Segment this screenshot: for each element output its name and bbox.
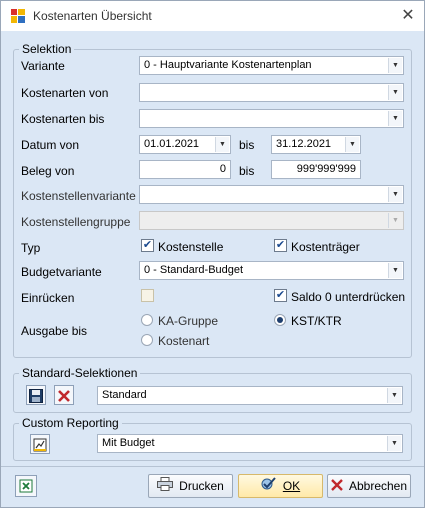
ok-icon	[261, 476, 277, 498]
variante-select[interactable]: 0 - Hauptvariante Kostenartenplan ▼	[139, 56, 404, 75]
einruecken-checkbox[interactable]	[141, 289, 154, 302]
kostenstellenvariante-label: Kostenstellenvariante	[21, 189, 136, 203]
beleg-von-input[interactable]: 0	[139, 160, 231, 179]
window-title: Kostenarten Übersicht	[33, 9, 152, 23]
variante-label: Variante	[21, 59, 65, 73]
printer-icon	[157, 476, 174, 498]
custom-reporting-legend: Custom Reporting	[22, 416, 119, 430]
footer-separator	[1, 466, 424, 467]
kostenstelle-checkbox[interactable]: ✔	[141, 239, 154, 252]
close-icon[interactable]: ✕	[392, 1, 424, 31]
drucken-label: Drucken	[179, 479, 224, 493]
kostenstellenvariante-select[interactable]: ▼	[139, 185, 404, 204]
beleg-bis-label: bis	[239, 164, 255, 178]
kostentraeger-checkbox[interactable]: ✔	[274, 239, 287, 252]
datum-von-picker[interactable]: 01.01.2021 ▼	[139, 135, 231, 154]
budgetvariante-label: Budgetvariante	[21, 265, 102, 279]
delete-icon[interactable]	[54, 385, 74, 405]
drucken-button[interactable]: Drucken	[148, 474, 233, 498]
kst-ktr-radio[interactable]	[274, 314, 286, 326]
saldo-label: Saldo 0 unterdrücken	[291, 290, 406, 304]
kostenart-label: Kostenart	[158, 334, 210, 348]
ka-gruppe-radio[interactable]	[141, 314, 153, 326]
standard-selektionen-legend: Standard-Selektionen	[22, 366, 138, 380]
chevron-down-icon[interactable]: ▼	[387, 388, 401, 403]
chevron-down-icon[interactable]: ▼	[388, 111, 402, 126]
chevron-down-icon[interactable]: ▼	[215, 137, 229, 152]
typ-label: Typ	[21, 241, 41, 255]
app-icon	[11, 9, 25, 23]
title-bar: Kostenarten Übersicht ✕	[1, 1, 424, 31]
beleg-bis-input[interactable]: 999'999'999	[271, 160, 361, 179]
chevron-down-icon[interactable]: ▼	[388, 85, 402, 100]
chevron-down-icon[interactable]: ▼	[345, 137, 359, 152]
dialog-window: Kostenarten Übersicht ✕ Selektion Varian…	[0, 0, 425, 508]
ok-label: OK	[282, 479, 301, 493]
ka-gruppe-label: KA-Gruppe	[158, 314, 219, 328]
saldo-checkbox[interactable]: ✔	[274, 289, 287, 302]
standard-selektion-select[interactable]: Standard ▼	[97, 386, 403, 405]
einruecken-label: Einrücken	[21, 291, 75, 305]
kostenart-radio[interactable]	[141, 334, 153, 346]
chevron-down-icon[interactable]: ▼	[387, 436, 401, 451]
datum-von-label: Datum von	[21, 138, 80, 152]
kostentraeger-label: Kostenträger	[291, 240, 360, 254]
cancel-icon	[331, 476, 343, 498]
kostenstellengruppe-select: ▼	[139, 211, 404, 230]
ok-button[interactable]: OK	[238, 474, 323, 498]
kostenarten-von-label: Kostenarten von	[21, 86, 109, 100]
kostenarten-bis-label: Kostenarten bis	[21, 112, 105, 126]
custom-reporting-select[interactable]: Mit Budget ▼	[97, 434, 403, 453]
chevron-down-icon: ▼	[388, 213, 402, 228]
kst-ktr-label: KST/KTR	[291, 314, 342, 328]
datum-bis-picker[interactable]: 31.12.2021 ▼	[271, 135, 361, 154]
abbrechen-label: Abbrechen	[348, 479, 408, 493]
excel-export-icon[interactable]	[15, 475, 37, 497]
chevron-down-icon[interactable]: ▼	[388, 187, 402, 202]
datum-bis-label: bis	[239, 138, 255, 152]
report-designer-icon[interactable]	[30, 434, 50, 454]
budgetvariante-select[interactable]: 0 - Standard-Budget ▼	[139, 261, 404, 280]
kostenstelle-label: Kostenstelle	[158, 240, 224, 254]
kostenstellengruppe-label: Kostenstellengruppe	[21, 215, 131, 229]
save-icon[interactable]	[26, 385, 46, 405]
chevron-down-icon[interactable]: ▼	[388, 263, 402, 278]
selektion-legend: Selektion	[22, 42, 72, 56]
beleg-von-label: Beleg von	[21, 164, 75, 178]
ausgabe-label: Ausgabe bis	[21, 324, 88, 338]
kostenarten-bis-select[interactable]: ▼	[139, 109, 404, 128]
chevron-down-icon[interactable]: ▼	[388, 58, 402, 73]
kostenarten-von-select[interactable]: ▼	[139, 83, 404, 102]
abbrechen-button[interactable]: Abbrechen	[327, 474, 411, 498]
